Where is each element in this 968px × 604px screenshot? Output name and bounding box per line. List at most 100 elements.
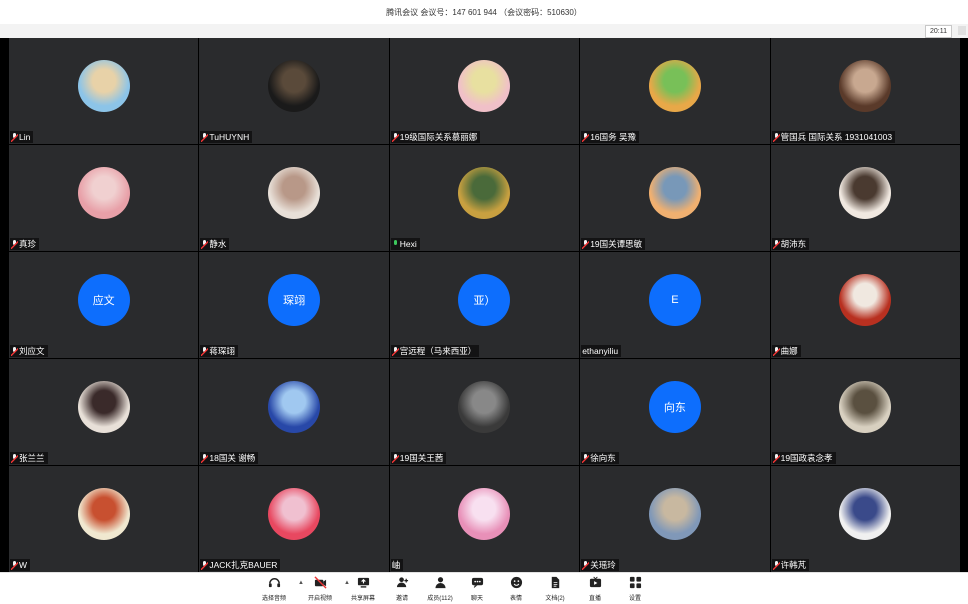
- participant-tile[interactable]: 18国关 谢畅: [199, 359, 389, 465]
- docs-button[interactable]: 文档(2): [538, 576, 572, 602]
- participant-tile[interactable]: 岫: [389, 466, 580, 572]
- apps-icon: [629, 576, 642, 593]
- live-label: 直播: [588, 596, 601, 602]
- mic-muted-icon: [201, 346, 209, 356]
- avatar-initials: 琛翊: [268, 273, 321, 326]
- mic-muted-icon: [582, 560, 590, 570]
- participant-name: Hexi: [399, 239, 417, 249]
- audio-label: 选择音频: [261, 596, 286, 602]
- participant-tile[interactable]: 许韩芃: [770, 466, 960, 572]
- participant-name: 19国关王茜: [399, 453, 444, 463]
- participant-tile[interactable]: Eethanyiliu: [580, 252, 770, 358]
- avatar-photo: [77, 487, 130, 540]
- participant-tile[interactable]: 应文 刘应文: [9, 252, 199, 358]
- participant-name: 18国关 谢畅: [209, 453, 256, 463]
- members-button[interactable]: 成员(112): [423, 576, 457, 602]
- participant-tile[interactable]: 关瑶玲: [580, 466, 770, 572]
- name-tag: 19国政袁念孝: [771, 452, 836, 464]
- participant-tile[interactable]: 19国关谭思敏: [580, 145, 770, 251]
- name-tag: 宫远程（马来西亚）: [390, 345, 480, 357]
- participant-tile[interactable]: 19国政袁念孝: [770, 359, 960, 465]
- avatar-photo: [268, 166, 321, 219]
- mic-muted-icon: [11, 239, 18, 249]
- members-icon: [434, 576, 447, 593]
- participant-tile[interactable]: 16国务 吴豫: [580, 38, 770, 144]
- participant-name: 张兰兰: [19, 453, 45, 463]
- participant-tile[interactable]: 静水: [199, 145, 389, 251]
- share-screen-icon: [357, 576, 370, 593]
- participant-name: W: [19, 560, 28, 570]
- participant-tile[interactable]: Lin: [9, 38, 199, 144]
- smile-icon: [510, 576, 523, 593]
- participant-tile[interactable]: 管国兵 国际关系 1931041003: [770, 38, 960, 144]
- name-tag: 19国关王茜: [390, 452, 447, 464]
- title-bar: 腾讯会议 会议号：147 601 944 （会议密码：510630）: [0, 0, 968, 25]
- avatar-photo: [268, 59, 321, 112]
- chat-label: 聊天: [470, 596, 483, 602]
- participant-tile[interactable]: 胡沛东: [770, 145, 960, 251]
- avatar-photo: [458, 166, 511, 219]
- reaction-button[interactable]: 表情: [499, 576, 533, 602]
- mic-muted-icon: [772, 346, 780, 356]
- name-tag: ethanyiliu: [581, 345, 622, 357]
- participant-tile[interactable]: 亚） 宫远程（马来西亚）: [389, 252, 580, 358]
- name-tag: Hexi: [390, 238, 420, 250]
- video-label: 开启视频: [307, 596, 332, 602]
- add-person-icon: [396, 576, 409, 593]
- avatar-photo: [648, 59, 701, 112]
- participant-tile[interactable]: W: [9, 466, 199, 572]
- camera-off-icon: [313, 576, 327, 593]
- video-button[interactable]: 开启视频: [303, 576, 337, 602]
- avatar-photo: [648, 487, 701, 540]
- participant-tile[interactable]: 19级国际关系慕丽娜: [389, 38, 580, 144]
- video-gallery: Lin TuHUYNH 19级国际关系慕丽娜 16国务 吴豫 管国兵 国际关系 1931…: [0, 38, 968, 572]
- participant-tile[interactable]: 琛翊 蒋琛翊: [199, 252, 389, 358]
- settings-button[interactable]: 设置: [618, 576, 652, 602]
- avatar-photo: [77, 59, 130, 112]
- participant-name: JACK扎克BAUER: [209, 560, 278, 570]
- mic-muted-icon: [582, 132, 590, 142]
- scroll-handle[interactable]: [958, 26, 966, 35]
- reaction-label: 表情: [509, 596, 522, 602]
- participant-tile[interactable]: TuHUYNH: [199, 38, 389, 144]
- members-label: 成员(112): [427, 596, 453, 602]
- mic-muted-icon: [201, 239, 209, 249]
- mic-on-icon: [392, 239, 399, 249]
- participant-tile[interactable]: Hexi: [389, 145, 580, 251]
- participant-name: 胡沛东: [780, 239, 807, 249]
- avatar-photo: [839, 487, 892, 540]
- name-tag: 岫: [390, 559, 404, 571]
- participant-name: 16国务 吴豫: [590, 132, 637, 142]
- name-tag: 16国务 吴豫: [581, 131, 640, 143]
- mic-muted-icon: [11, 132, 18, 142]
- participant-tile[interactable]: 张兰兰: [9, 359, 199, 465]
- audio-button[interactable]: 选择音频: [257, 576, 291, 602]
- share-button[interactable]: 共享屏幕: [346, 576, 380, 602]
- share-label: 共享屏幕: [350, 596, 375, 602]
- mic-muted-icon: [11, 560, 18, 570]
- mic-muted-icon: [391, 346, 399, 356]
- participant-tile[interactable]: 真珍: [9, 145, 199, 251]
- participant-name: 静水: [209, 239, 227, 249]
- name-tag: 关瑶玲: [581, 559, 619, 571]
- avatar-photo: [77, 166, 130, 219]
- avatar-initials: 应文: [77, 273, 130, 326]
- name-tag: W: [10, 559, 31, 571]
- participant-name: Lin: [19, 132, 31, 142]
- avatar-photo: [458, 380, 511, 433]
- live-button[interactable]: 直播: [578, 576, 612, 602]
- avatar-photo: [839, 273, 892, 326]
- mic-muted-icon: [582, 453, 590, 463]
- participant-tile[interactable]: 19国关王茜: [389, 359, 580, 465]
- participant-tile[interactable]: 向东 徐向东: [580, 359, 770, 465]
- mic-muted-icon: [201, 132, 209, 142]
- name-tag: Lin: [10, 131, 34, 143]
- document-icon: [549, 576, 562, 593]
- chat-button[interactable]: 聊天: [460, 576, 494, 602]
- participant-tile[interactable]: JACK扎克BAUER: [199, 466, 389, 572]
- mic-muted-icon: [772, 453, 780, 463]
- participant-tile[interactable]: 曲娜: [770, 252, 960, 358]
- invite-label: 邀请: [395, 596, 408, 602]
- invite-button[interactable]: 邀请: [385, 576, 419, 602]
- avatar-photo: [839, 380, 892, 433]
